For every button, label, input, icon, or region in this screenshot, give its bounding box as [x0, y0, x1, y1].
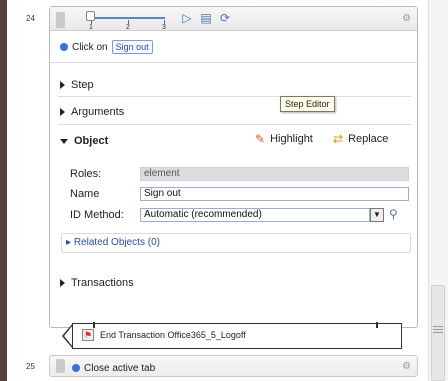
drag-handle[interactable]	[56, 12, 65, 28]
end-transaction-icon: ⚑	[82, 329, 94, 341]
magnify-icon[interactable]: ⚲	[389, 207, 398, 221]
play-step-icon[interactable]: ▷	[180, 11, 194, 25]
id-method-select[interactable]: Automatic (recommended)	[140, 208, 370, 222]
section-transactions-label: Transactions	[71, 277, 134, 289]
slider-tick-label: 2	[126, 24, 130, 31]
section-step-label: Step	[71, 79, 94, 91]
gear-icon[interactable]: ⚙	[402, 13, 411, 24]
name-label: Name	[70, 188, 100, 200]
left-border	[0, 0, 7, 381]
divider	[58, 96, 411, 97]
gear-icon[interactable]: ⚙	[402, 361, 411, 372]
drag-handle[interactable]	[56, 359, 65, 373]
play-from-icon[interactable]: ▤	[199, 11, 213, 25]
action-text: Close active tab	[84, 362, 156, 374]
roles-field: element	[140, 167, 409, 181]
section-arguments[interactable]: Arguments	[60, 106, 124, 118]
related-objects-label: ▸ Related Objects (0)	[66, 237, 160, 248]
section-object-label: Object	[74, 135, 109, 147]
expand-icon	[60, 108, 65, 116]
step-toolbar	[50, 7, 417, 31]
scroll-grip-line	[433, 326, 443, 327]
highlight-icon: ✎	[255, 132, 266, 146]
step-number: 24	[26, 14, 35, 23]
slider-knob[interactable]	[86, 11, 95, 21]
speed-slider[interactable]	[91, 17, 165, 19]
scroll-grip-line	[433, 329, 443, 330]
slider-tick-label: 1	[89, 24, 93, 31]
action-type-icon	[60, 43, 68, 51]
slider-tick-label: 3	[162, 24, 166, 31]
section-step[interactable]: Step	[60, 79, 94, 91]
action-target-link[interactable]: Sign out	[111, 40, 153, 54]
related-objects-text: Related Objects (0)	[73, 237, 160, 248]
replace-button[interactable]: ⇄ Replace	[333, 132, 388, 146]
step-number: 25	[26, 362, 35, 371]
step-action[interactable]: Close active tab	[72, 361, 159, 375]
action-verb: Click on	[72, 41, 108, 53]
collapse-icon	[60, 138, 68, 144]
replace-label: Replace	[348, 133, 389, 145]
bracket-tick	[93, 322, 95, 328]
name-field[interactable]: Sign out	[140, 187, 409, 201]
step-action[interactable]: Click on Sign out	[60, 40, 153, 54]
record-icon[interactable]: ⟳	[218, 11, 232, 25]
end-transaction-label: End Transaction Office365_5_Logoff	[100, 330, 246, 340]
expand-icon	[60, 81, 65, 89]
divider	[50, 62, 417, 63]
scroll-grip-line	[433, 332, 443, 333]
action-type-icon	[72, 364, 80, 372]
roles-label: Roles:	[70, 168, 102, 180]
highlight-label: Highlight	[270, 133, 313, 145]
expand-icon: ▸	[66, 237, 74, 248]
expand-icon	[60, 279, 65, 287]
scrollbar-thumb[interactable]	[431, 285, 445, 381]
replace-icon: ⇄	[333, 132, 344, 146]
section-object[interactable]: Object	[60, 135, 108, 147]
divider	[58, 124, 411, 125]
chevron-down-icon[interactable]: ▼	[370, 208, 384, 222]
section-arguments-label: Arguments	[71, 106, 125, 118]
bracket-tick	[376, 322, 378, 328]
highlight-button[interactable]: ✎ Highlight	[255, 132, 313, 146]
tooltip: Step Editor	[280, 96, 335, 112]
id-method-label: ID Method:	[70, 209, 124, 221]
section-transactions[interactable]: Transactions	[60, 277, 134, 289]
